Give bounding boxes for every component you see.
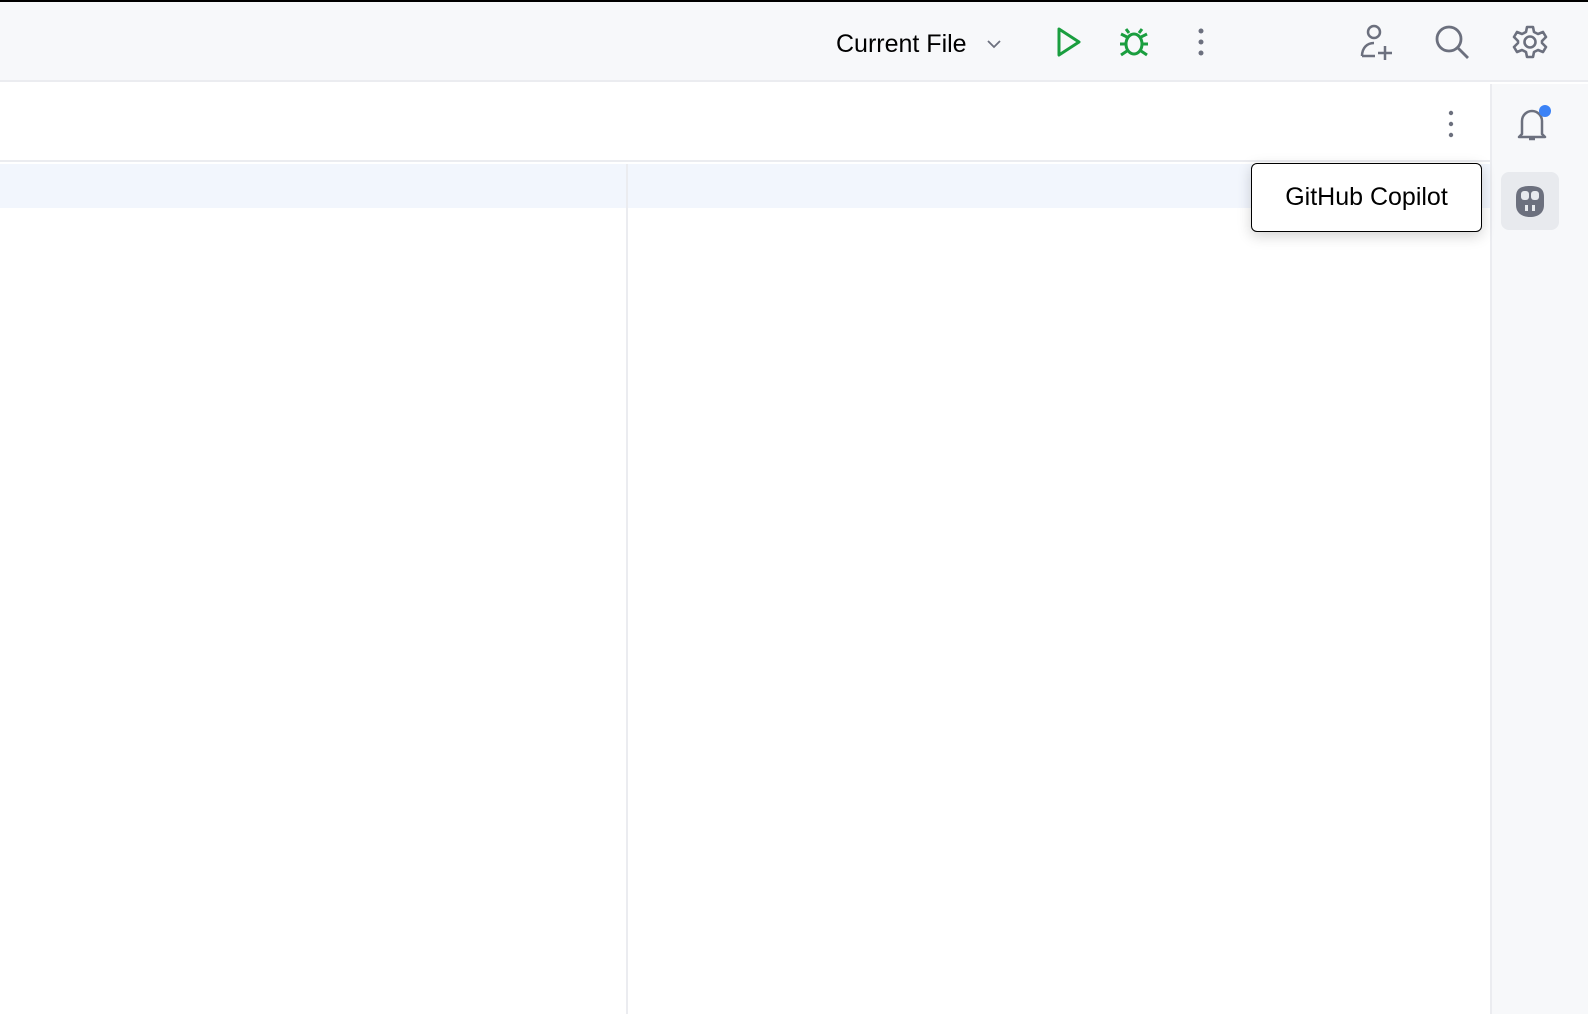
- more-icon: [1448, 110, 1454, 138]
- debug-button[interactable]: [1112, 20, 1156, 64]
- run-icon: [1057, 27, 1081, 57]
- main-toolbar: Current File: [0, 2, 1588, 82]
- run-configuration-selector[interactable]: Current File: [836, 26, 1005, 62]
- panel-options-button[interactable]: [1436, 104, 1466, 144]
- tooltip-text: GitHub Copilot: [1285, 183, 1448, 211]
- tooltip: GitHub Copilot: [1251, 163, 1482, 232]
- notifications-bell-icon: [1517, 105, 1551, 141]
- code-with-me-button[interactable]: [1354, 20, 1398, 64]
- panel-header: [0, 84, 1490, 162]
- search-icon: [1435, 25, 1469, 59]
- chevron-down-icon: [986, 40, 1001, 49]
- search-button[interactable]: [1430, 20, 1474, 64]
- gear-icon: [1512, 25, 1548, 59]
- copilot-icon: [1516, 186, 1544, 217]
- run-configuration-label: Current File: [836, 29, 967, 58]
- add-user-icon: [1360, 24, 1392, 60]
- github-copilot-button[interactable]: [1501, 172, 1559, 230]
- settings-button[interactable]: [1508, 20, 1552, 64]
- column-divider[interactable]: [626, 164, 628, 1014]
- more-actions-button[interactable]: [1186, 20, 1216, 64]
- run-button[interactable]: [1048, 20, 1088, 64]
- debug-icon: [1120, 28, 1148, 57]
- more-icon: [1198, 28, 1204, 56]
- notifications-button[interactable]: [1510, 102, 1554, 146]
